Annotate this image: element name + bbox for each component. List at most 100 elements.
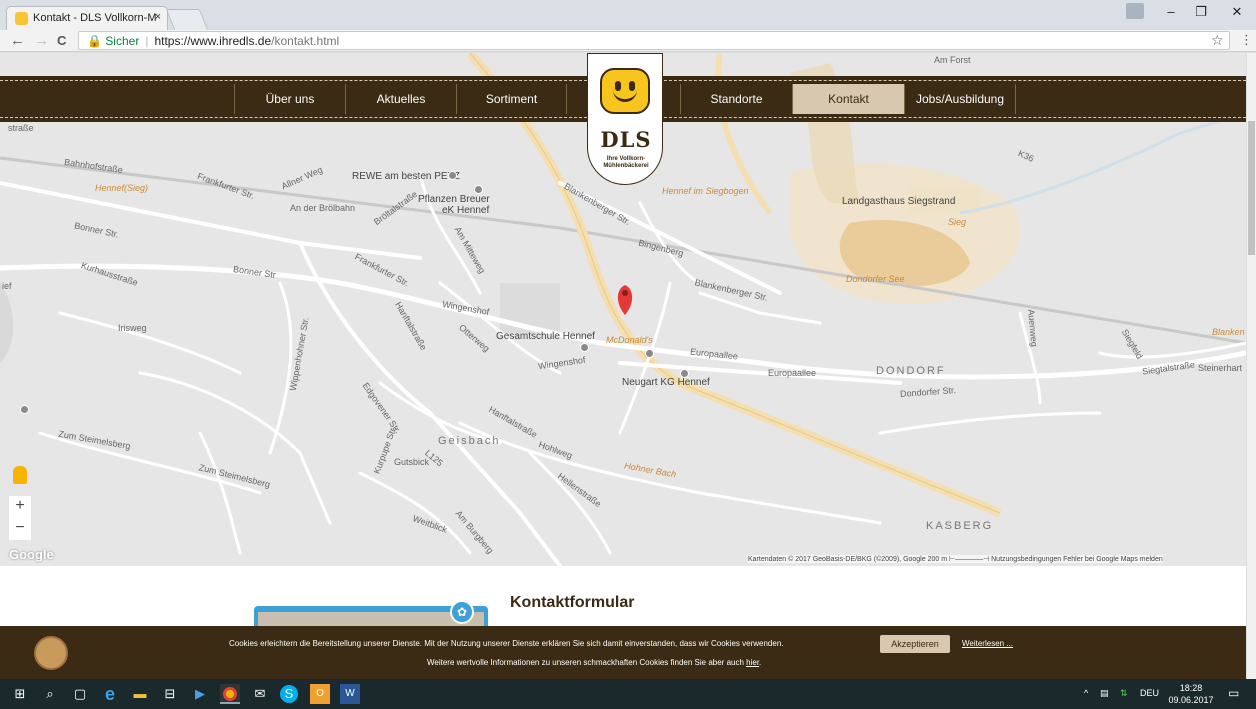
windows-taskbar: ⊞ ⌕ ▢ e ▬ ⊟ ▶ ✉ S O W ^ ▤ ⇅ DEU 18:28 09… <box>0 679 1256 709</box>
store-icon[interactable]: ⊟ <box>160 684 180 704</box>
profile-icon[interactable] <box>1126 3 1144 19</box>
nav-item-aktuelles[interactable]: Aktuelles <box>345 84 456 114</box>
nav-item-ueber-uns[interactable]: Über uns <box>234 84 345 114</box>
browser-tab[interactable]: Kontakt - DLS Vollkorn-M × <box>6 6 168 30</box>
map-label: Geisbach <box>438 435 501 447</box>
bookmark-star-icon[interactable]: ☆ <box>1211 32 1224 49</box>
browser-menu-icon[interactable]: ⋮ <box>1240 32 1253 48</box>
clock-time: 18:28 <box>1179 683 1203 693</box>
network-icon[interactable]: ▤ <box>1100 688 1109 699</box>
favicon-icon <box>15 12 28 25</box>
map-label: Dondorfer See <box>846 274 905 284</box>
nav-item-sortiment[interactable]: Sortiment <box>456 84 567 114</box>
start-windows-icon[interactable]: ⊞ <box>10 684 30 704</box>
cookie-banner: Cookies erleichtern die Bereitstellung u… <box>0 626 1246 679</box>
google-logo: Google <box>9 547 54 562</box>
map-label: DONDORF <box>876 365 946 377</box>
back-button[interactable]: ← <box>10 32 25 49</box>
reload-button[interactable]: C <box>57 33 66 48</box>
cookie-info-prefix: Weitere wertvolle Informationen zu unser… <box>427 658 747 667</box>
map-label: Blanken <box>1212 327 1245 337</box>
map-label: Gutsbick <box>394 457 430 467</box>
poi-marker[interactable] <box>680 369 689 378</box>
map-attribution[interactable]: Kartendaten © 2017 GeoBasis-DE/BKG (©200… <box>748 555 1163 563</box>
cookie-text: Cookies erleichtern die Bereitstellung u… <box>229 639 784 648</box>
smiley-logo-icon <box>600 68 650 114</box>
nav-item-kontakt[interactable]: Kontakt <box>792 84 904 114</box>
notifications-icon[interactable]: ▭ <box>1228 686 1239 700</box>
browser-toolbar: ← → C 🔒 Sicher | https://www.ihredls.de/ko… <box>0 30 1256 52</box>
chrome-icon[interactable] <box>220 684 240 704</box>
search-icon[interactable]: ⌕ <box>40 684 60 704</box>
new-tab-button[interactable] <box>165 9 209 30</box>
map-label: REWE am besten PETZ <box>352 171 460 182</box>
street-view-pegman-icon[interactable] <box>13 466 27 484</box>
map-label: straße <box>8 123 34 133</box>
map-label: Sieg <box>948 217 967 227</box>
map-label: An der Brölbahn <box>290 203 356 213</box>
tray-overflow-icon[interactable]: ^ <box>1084 688 1088 698</box>
language-indicator[interactable]: DEU <box>1140 688 1159 698</box>
map-label: McDonald's <box>606 335 653 345</box>
accept-cookies-button[interactable]: Akzeptieren <box>880 635 950 653</box>
map-label: Am Forst <box>934 55 971 65</box>
cookie-info-suffix: . <box>759 658 762 667</box>
scrollbar-thumb[interactable] <box>1248 121 1255 255</box>
cookie-info-text: Weitere wertvolle Informationen zu unser… <box>427 658 761 667</box>
browser-tab-bar: Kontakt - DLS Vollkorn-M × – ❐ ✕ <box>0 0 1256 30</box>
outlook-icon[interactable]: O <box>310 684 330 704</box>
tab-close-icon[interactable]: × <box>155 11 161 23</box>
mail-icon[interactable]: ✉ <box>250 684 270 704</box>
map-label: Irisweg <box>118 323 147 333</box>
dls-logo[interactable]: DLS Ihre Vollkorn- Mühlenbäckerei <box>587 53 663 185</box>
logo-subtitle: Ihre Vollkorn- Mühlenbäckerei <box>603 156 649 169</box>
close-window-button[interactable]: ✕ <box>1222 4 1252 20</box>
nav-item-standorte[interactable]: Standorte <box>680 84 792 114</box>
clock[interactable]: 18:28 09.06.2017 <box>1168 682 1214 706</box>
url-path: /kontakt.html <box>271 34 340 48</box>
tab-title: Kontakt - DLS Vollkorn-M <box>33 12 157 24</box>
word-icon[interactable]: W <box>340 684 360 704</box>
map-label: Steinerhart <box>1198 363 1243 373</box>
map-label: Gesamtschule Hennef <box>496 331 595 342</box>
sync-icon[interactable]: ⇅ <box>1120 688 1128 699</box>
map-label: Hennef im Siegbogen <box>662 186 749 196</box>
secure-label: Sicher <box>105 34 140 48</box>
page-viewport: Bahnhofstraße Hennef(Sieg) REWE am beste… <box>0 53 1246 679</box>
zoom-out-button[interactable]: − <box>9 518 31 540</box>
edge-browser-icon[interactable]: e <box>100 684 120 704</box>
lock-icon: 🔒 <box>87 34 102 48</box>
contact-badge-icon: ✿ <box>450 600 474 624</box>
cookie-info-link[interactable]: hier <box>746 658 759 667</box>
map-label: KASBERG <box>926 520 994 532</box>
skype-icon[interactable]: S <box>280 685 298 703</box>
location-marker[interactable] <box>617 285 633 315</box>
address-bar[interactable]: 🔒 Sicher | https://www.ihredls.de/kontakt.… <box>78 31 1230 50</box>
minimize-button[interactable]: – <box>1156 4 1186 19</box>
map-label: Europaallee <box>768 368 817 378</box>
nav-item-jobs-ausbildung[interactable]: Jobs/Ausbildung <box>904 84 1016 114</box>
map-label: Landgasthaus Siegstrand <box>842 196 956 207</box>
forward-button[interactable]: → <box>34 32 49 49</box>
map-label: Neugart KG Hennef <box>622 377 710 388</box>
file-explorer-icon[interactable]: ▬ <box>130 684 150 704</box>
maximize-button[interactable]: ❐ <box>1186 4 1216 20</box>
map-label: Hennef(Sieg) <box>95 183 149 193</box>
contact-form-title: Kontaktformular <box>510 594 635 611</box>
google-map[interactable]: Bahnhofstraße Hennef(Sieg) REWE am beste… <box>0 53 1246 566</box>
media-player-icon[interactable]: ▶ <box>190 684 210 704</box>
poi-marker[interactable] <box>448 171 457 180</box>
task-view-icon[interactable]: ▢ <box>70 684 90 704</box>
cookie-icon <box>34 636 68 670</box>
url-domain: https://www.ihredls.de <box>154 34 272 48</box>
clock-date: 09.06.2017 <box>1168 695 1214 705</box>
poi-marker[interactable] <box>580 343 589 352</box>
poi-marker[interactable] <box>20 405 29 414</box>
page-scrollbar[interactable] <box>1246 53 1256 679</box>
poi-marker[interactable] <box>645 349 654 358</box>
read-more-link[interactable]: Weiterlesen ... <box>962 639 1013 648</box>
map-label: Pflanzen Breuer <box>418 194 490 205</box>
zoom-in-button[interactable]: + <box>9 496 31 518</box>
map-label: ief <box>2 281 12 291</box>
poi-marker[interactable] <box>474 185 483 194</box>
